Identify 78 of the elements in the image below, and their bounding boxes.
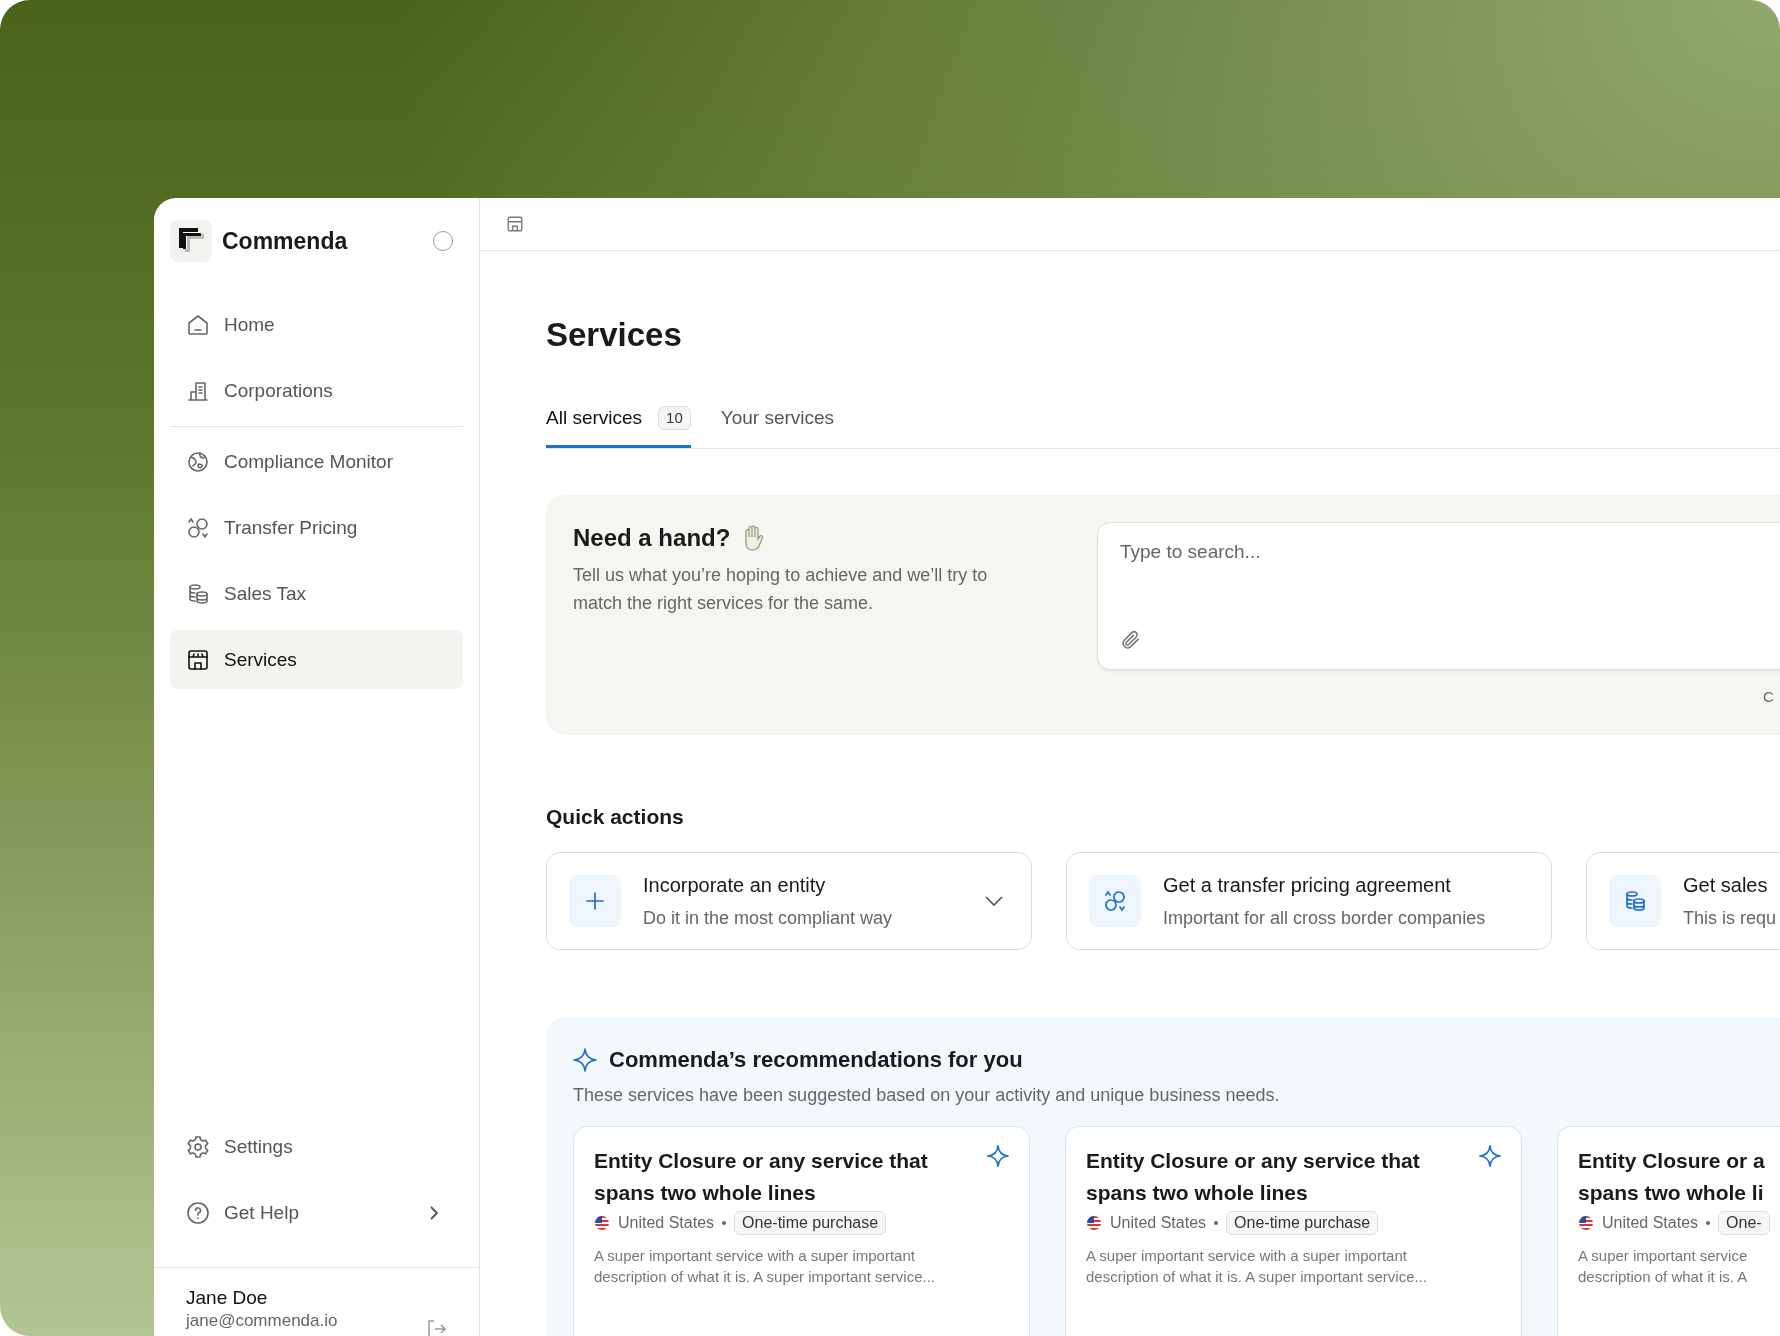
nav-item[interactable]: Corporations	[170, 361, 463, 420]
flag-icon	[1578, 1215, 1594, 1231]
quick-action-card[interactable]: Get a transfer pricing agreement Important for all cross border companies	[1066, 852, 1552, 950]
recommendations-title: Commenda’s recommendations for you	[609, 1047, 1023, 1073]
attachment-icon[interactable]	[1120, 629, 1142, 651]
country-label: United States	[1110, 1214, 1207, 1232]
service-title: Entity Closure or any service that	[594, 1148, 928, 1174]
action-title: Incorporate an entity	[643, 873, 827, 897]
service-title: Entity Closure or any service that	[1086, 1148, 1420, 1174]
action-title: Get sales	[1683, 873, 1769, 897]
separator-dot	[1706, 1221, 1711, 1225]
action-title: Get a transfer pricing agreement	[1163, 873, 1452, 897]
service-title: spans two whole lines	[1086, 1180, 1309, 1206]
transfer-icon	[186, 515, 210, 540]
sparkle-icon[interactable]	[987, 1145, 1009, 1167]
country-label: United States	[1602, 1214, 1699, 1232]
nav-item[interactable]: Compliance Monitor	[170, 432, 463, 491]
quick-action-card[interactable]: Incorporate an entity Do it in the most compliant way	[546, 852, 1032, 950]
recommendations-subtitle: These services have been suggested based on your activity and unique business needs.	[573, 1084, 1281, 1107]
purchase-tag: One-time purchase	[734, 1211, 887, 1235]
store-icon[interactable]	[506, 215, 524, 233]
service-card[interactable]: Entity Closure or a spans two whole li United States One- A super important service description of what it is. A	[1557, 1126, 1780, 1336]
service-title: Entity Closure or a	[1578, 1148, 1765, 1174]
service-card[interactable]: Entity Closure or any service that spans two whole lines United States One-time purchase A super important service with a super important description of what it is. A super important service...	[573, 1126, 1030, 1336]
service-description: description of what it is. A super important service...	[1086, 1267, 1428, 1287]
tab[interactable]: All services 10	[546, 406, 691, 448]
help-title: Need a hand?	[573, 524, 731, 552]
logout-icon[interactable]	[427, 1320, 447, 1336]
nav-item[interactable]: Transfer Pricing	[170, 498, 463, 557]
sparkle-icon	[573, 1048, 597, 1072]
nav-item[interactable]: Services	[170, 630, 463, 689]
user-name: Jane Doe	[186, 1286, 269, 1310]
service-description: A super important service with a super important	[594, 1246, 916, 1266]
service-card[interactable]: Entity Closure or any service that spans two whole lines United States One-time purchase A super important service with a super important description of what it is. A super important service...	[1065, 1126, 1522, 1336]
page-title: Services	[546, 315, 683, 355]
nav-item[interactable]: Get Help	[170, 1183, 463, 1242]
sparkle-icon[interactable]	[1479, 1145, 1501, 1167]
separator-dot	[1214, 1221, 1219, 1225]
chevron-down-icon[interactable]	[985, 896, 1003, 906]
hint-text: C	[1763, 688, 1774, 705]
service-description: description of what it is. A	[1578, 1267, 1749, 1287]
quick-action-card[interactable]: Get sales This is requ	[1586, 852, 1780, 950]
nav-item[interactable]: Home	[170, 295, 463, 354]
nav-item[interactable]: Sales Tax	[170, 564, 463, 623]
tab[interactable]: Your services	[720, 406, 835, 448]
action-subtitle: This is requ	[1683, 907, 1778, 929]
service-description: A super important service	[1578, 1246, 1749, 1266]
globe-icon	[186, 449, 210, 474]
help-icon	[186, 1200, 210, 1225]
store-icon	[186, 647, 210, 672]
nav-item[interactable]: Settings	[170, 1117, 463, 1176]
count-badge: 10	[658, 406, 691, 430]
chevron-right-icon	[429, 1204, 439, 1221]
service-description: A super important service with a super important	[1086, 1246, 1408, 1266]
search-field[interactable]: Type to search...	[1120, 541, 1520, 563]
purchase-tag: One-time purchase	[1226, 1211, 1379, 1235]
flag-icon	[594, 1215, 610, 1231]
settings-icon	[186, 1134, 210, 1159]
flag-icon	[1086, 1215, 1102, 1231]
coins-icon	[1609, 875, 1661, 927]
section-title: Quick actions	[546, 804, 685, 830]
user-email: jane@commenda.io	[186, 1310, 339, 1332]
action-subtitle: Do it in the most compliant way	[643, 907, 894, 929]
plus-icon	[569, 875, 621, 927]
brand-name: Commenda	[222, 227, 349, 255]
home-icon	[186, 312, 210, 337]
coins-icon	[186, 581, 210, 606]
action-subtitle: Important for all cross border companies	[1163, 907, 1487, 929]
service-title: spans two whole li	[1578, 1180, 1765, 1206]
purchase-tag: One-	[1718, 1211, 1770, 1235]
service-description: description of what it is. A super important service...	[594, 1267, 936, 1287]
separator-dot	[722, 1221, 727, 1225]
service-title: spans two whole lines	[594, 1180, 817, 1206]
help-text: Tell us what you’re hoping to achieve and we’ll try to match the right services for the same.	[573, 564, 989, 615]
logo-icon	[170, 220, 212, 262]
country-label: United States	[618, 1214, 715, 1232]
hand-icon	[742, 525, 765, 551]
transfer-icon	[1089, 875, 1141, 927]
